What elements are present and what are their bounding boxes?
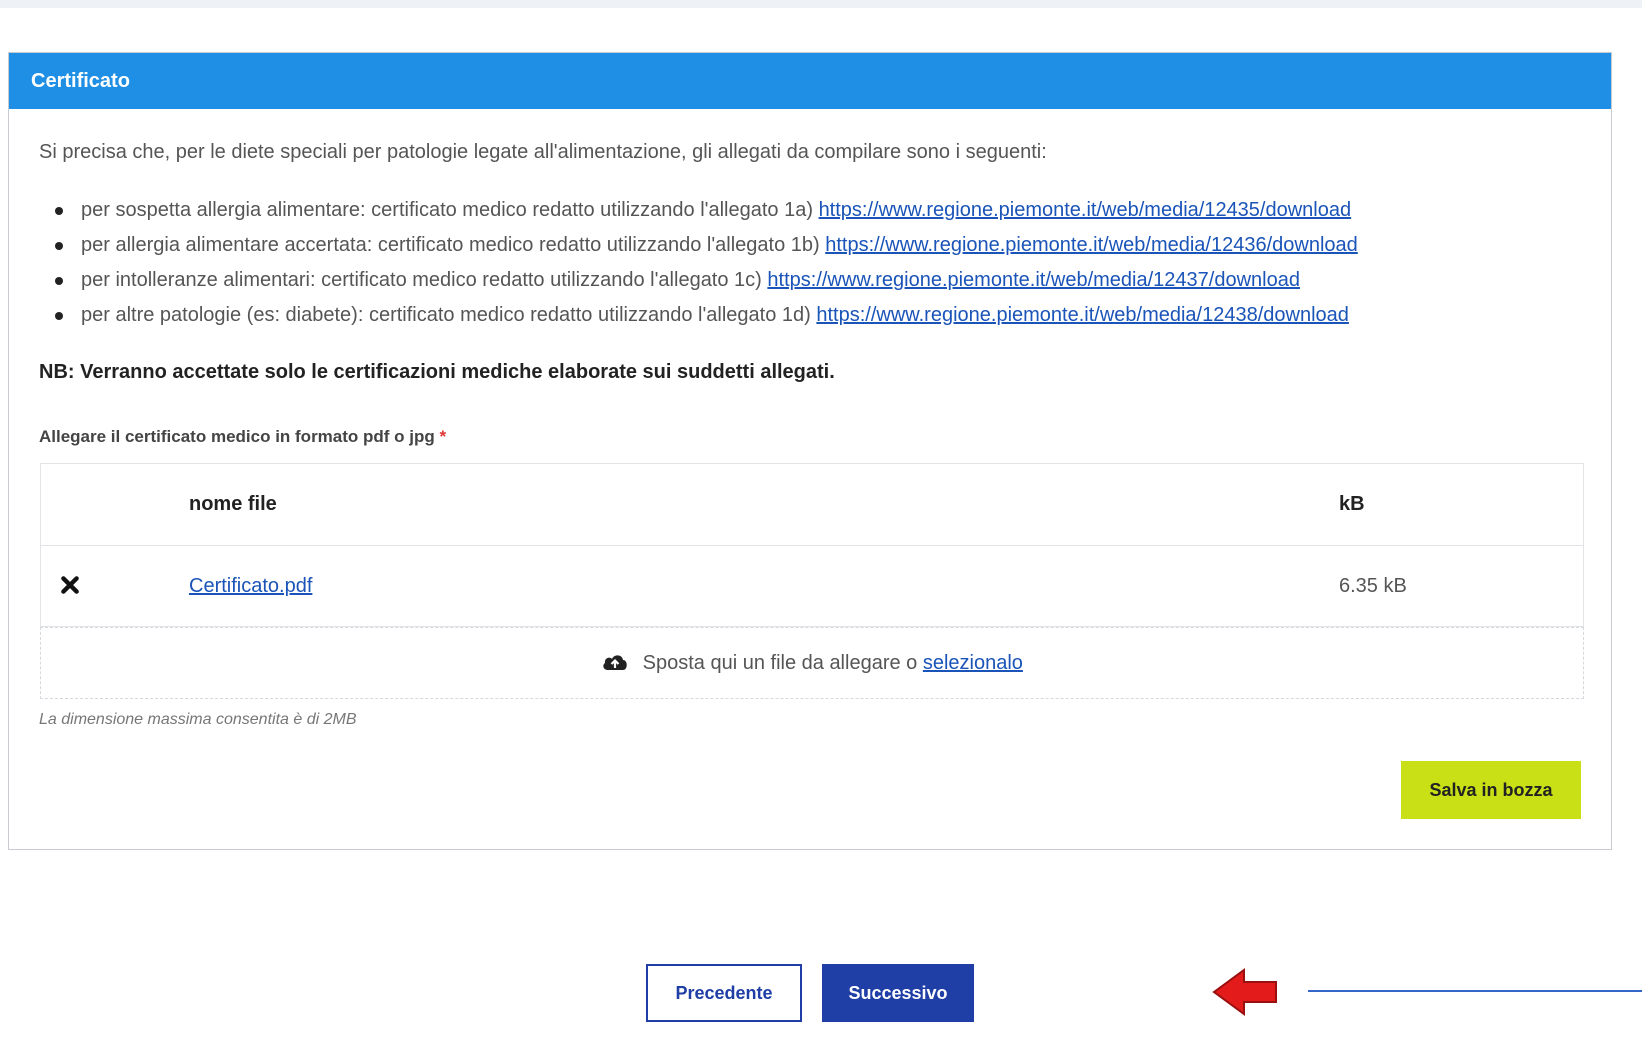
nb-note: NB: Verranno accettate solo le certifica… <box>39 361 835 383</box>
attach-label-text: Allegare il certificato medico in format… <box>39 427 435 446</box>
top-band <box>0 0 1642 8</box>
cloud-upload-icon <box>603 655 627 670</box>
bullet-icon <box>55 207 63 215</box>
table-row: Certificato.pdf 6.35 kB <box>41 546 1583 627</box>
column-header-size: kB <box>1339 493 1365 515</box>
list-item-text: per intolleranze alimentari: certificato… <box>81 269 762 291</box>
bullet-icon <box>55 277 63 285</box>
list-item: per intolleranze alimentari: certificato… <box>39 263 1358 298</box>
dropzone-text: Sposta qui un file da allegare o <box>642 652 918 674</box>
card-title: Certificato <box>9 53 1611 109</box>
file-size: 6.35 kB <box>1339 575 1407 597</box>
list-item: per altre patologie (es: diabete): certi… <box>39 298 1358 333</box>
download-link-1b[interactable]: https://www.regione.piemonte.it/web/medi… <box>825 234 1358 256</box>
file-dropzone[interactable]: Sposta qui un file da allegare o selezio… <box>40 627 1584 699</box>
table-header-row: nome file kB <box>41 464 1583 546</box>
bullet-icon <box>55 242 63 250</box>
next-button[interactable]: Successivo <box>822 964 974 1022</box>
divider-line <box>1308 990 1642 992</box>
previous-button[interactable]: Precedente <box>646 964 802 1022</box>
download-link-1d[interactable]: https://www.regione.piemonte.it/web/medi… <box>816 304 1349 326</box>
file-link[interactable]: Certificato.pdf <box>189 546 312 627</box>
file-table: nome file kB Certificato.pdf 6.35 kB <box>40 463 1584 627</box>
list-item: per sospetta allergia alimentare: certif… <box>39 193 1358 228</box>
close-icon[interactable] <box>59 574 81 596</box>
certificate-card: Certificato Si precisa che, per le diete… <box>8 52 1612 850</box>
list-item-text: per allergia alimentare accertata: certi… <box>81 234 820 256</box>
select-file-link[interactable]: selezionalo <box>923 652 1023 674</box>
attach-label: Allegare il certificato medico in format… <box>39 427 446 447</box>
list-item-text: per altre patologie (es: diabete): certi… <box>81 304 811 326</box>
list-item-text: per sospetta allergia alimentare: certif… <box>81 199 813 221</box>
intro-text: Si precisa che, per le diete speciali pe… <box>39 141 1047 163</box>
save-draft-button[interactable]: Salva in bozza <box>1401 761 1581 819</box>
bullet-icon <box>55 312 63 320</box>
download-link-1c[interactable]: https://www.regione.piemonte.it/web/medi… <box>767 269 1300 291</box>
max-size-note: La dimensione massima consentita è di 2M… <box>39 711 357 728</box>
list-item: per allergia alimentare accertata: certi… <box>39 228 1358 263</box>
arrow-left-icon <box>1212 968 1277 1016</box>
attachment-list: per sospetta allergia alimentare: certif… <box>39 193 1358 333</box>
required-marker: * <box>439 427 447 446</box>
download-link-1a[interactable]: https://www.regione.piemonte.it/web/medi… <box>819 199 1352 221</box>
column-header-filename: nome file <box>189 493 277 515</box>
